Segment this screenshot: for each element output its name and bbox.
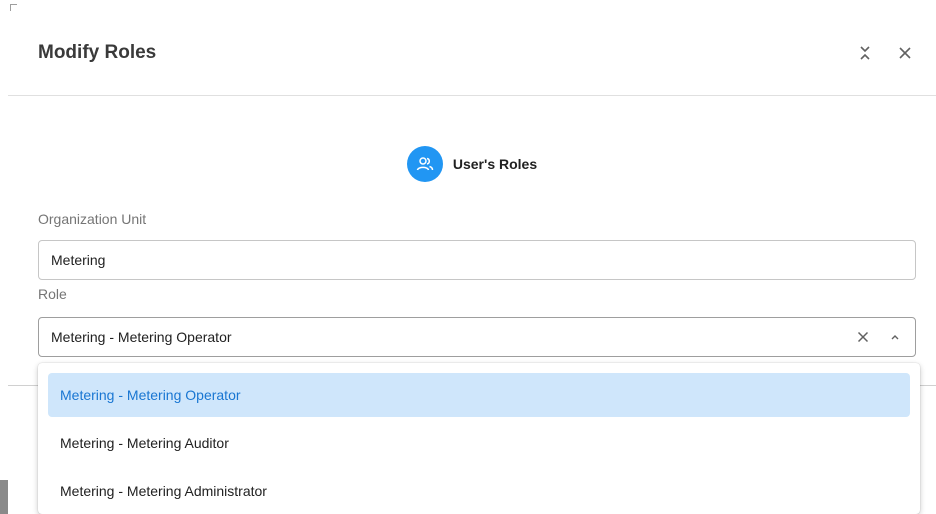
close-button[interactable] [892,40,918,66]
users-icon [406,146,443,182]
role-label: Role [38,286,67,302]
role-select[interactable]: Metering - Metering Operator [38,317,916,357]
clear-icon [857,331,869,343]
org-unit-label: Organization Unit [38,211,147,227]
modify-roles-dialog: Modify Roles User's Roles Organization U… [8,0,936,514]
dialog-title: Modify Roles [38,42,157,63]
org-unit-value: Metering [51,252,106,268]
role-option-auditor[interactable]: Metering - Metering Auditor [48,421,910,465]
footer-divider-left [8,385,38,386]
dialog-header-actions [852,40,918,66]
role-option-label: Metering - Metering Operator [60,387,241,403]
header-divider [8,95,936,96]
role-select-value: Metering - Metering Operator [51,329,232,345]
role-dropdown-menu: Metering - Metering Operator Metering - … [38,363,920,514]
page: Modify Roles User's Roles Organization U… [0,0,936,514]
footer-divider-right [920,385,936,386]
chevron-up-icon [891,335,899,340]
collapse-icon [860,46,870,60]
role-option-label: Metering - Metering Auditor [60,435,229,451]
close-icon [899,47,911,59]
org-unit-field[interactable]: Metering [38,240,916,280]
toggle-role-dropdown-button[interactable] [887,327,903,347]
section-label: User's Roles [452,156,538,172]
collapse-button[interactable] [852,40,878,66]
role-option-label: Metering - Metering Administrator [60,483,267,499]
clear-role-button[interactable] [853,327,873,347]
role-option-operator[interactable]: Metering - Metering Operator [48,373,910,417]
role-option-administrator[interactable]: Metering - Metering Administrator [48,469,910,513]
role-select-actions [853,327,903,347]
resize-corner-mark [10,4,17,11]
users-roles-heading: User's Roles [8,146,936,182]
